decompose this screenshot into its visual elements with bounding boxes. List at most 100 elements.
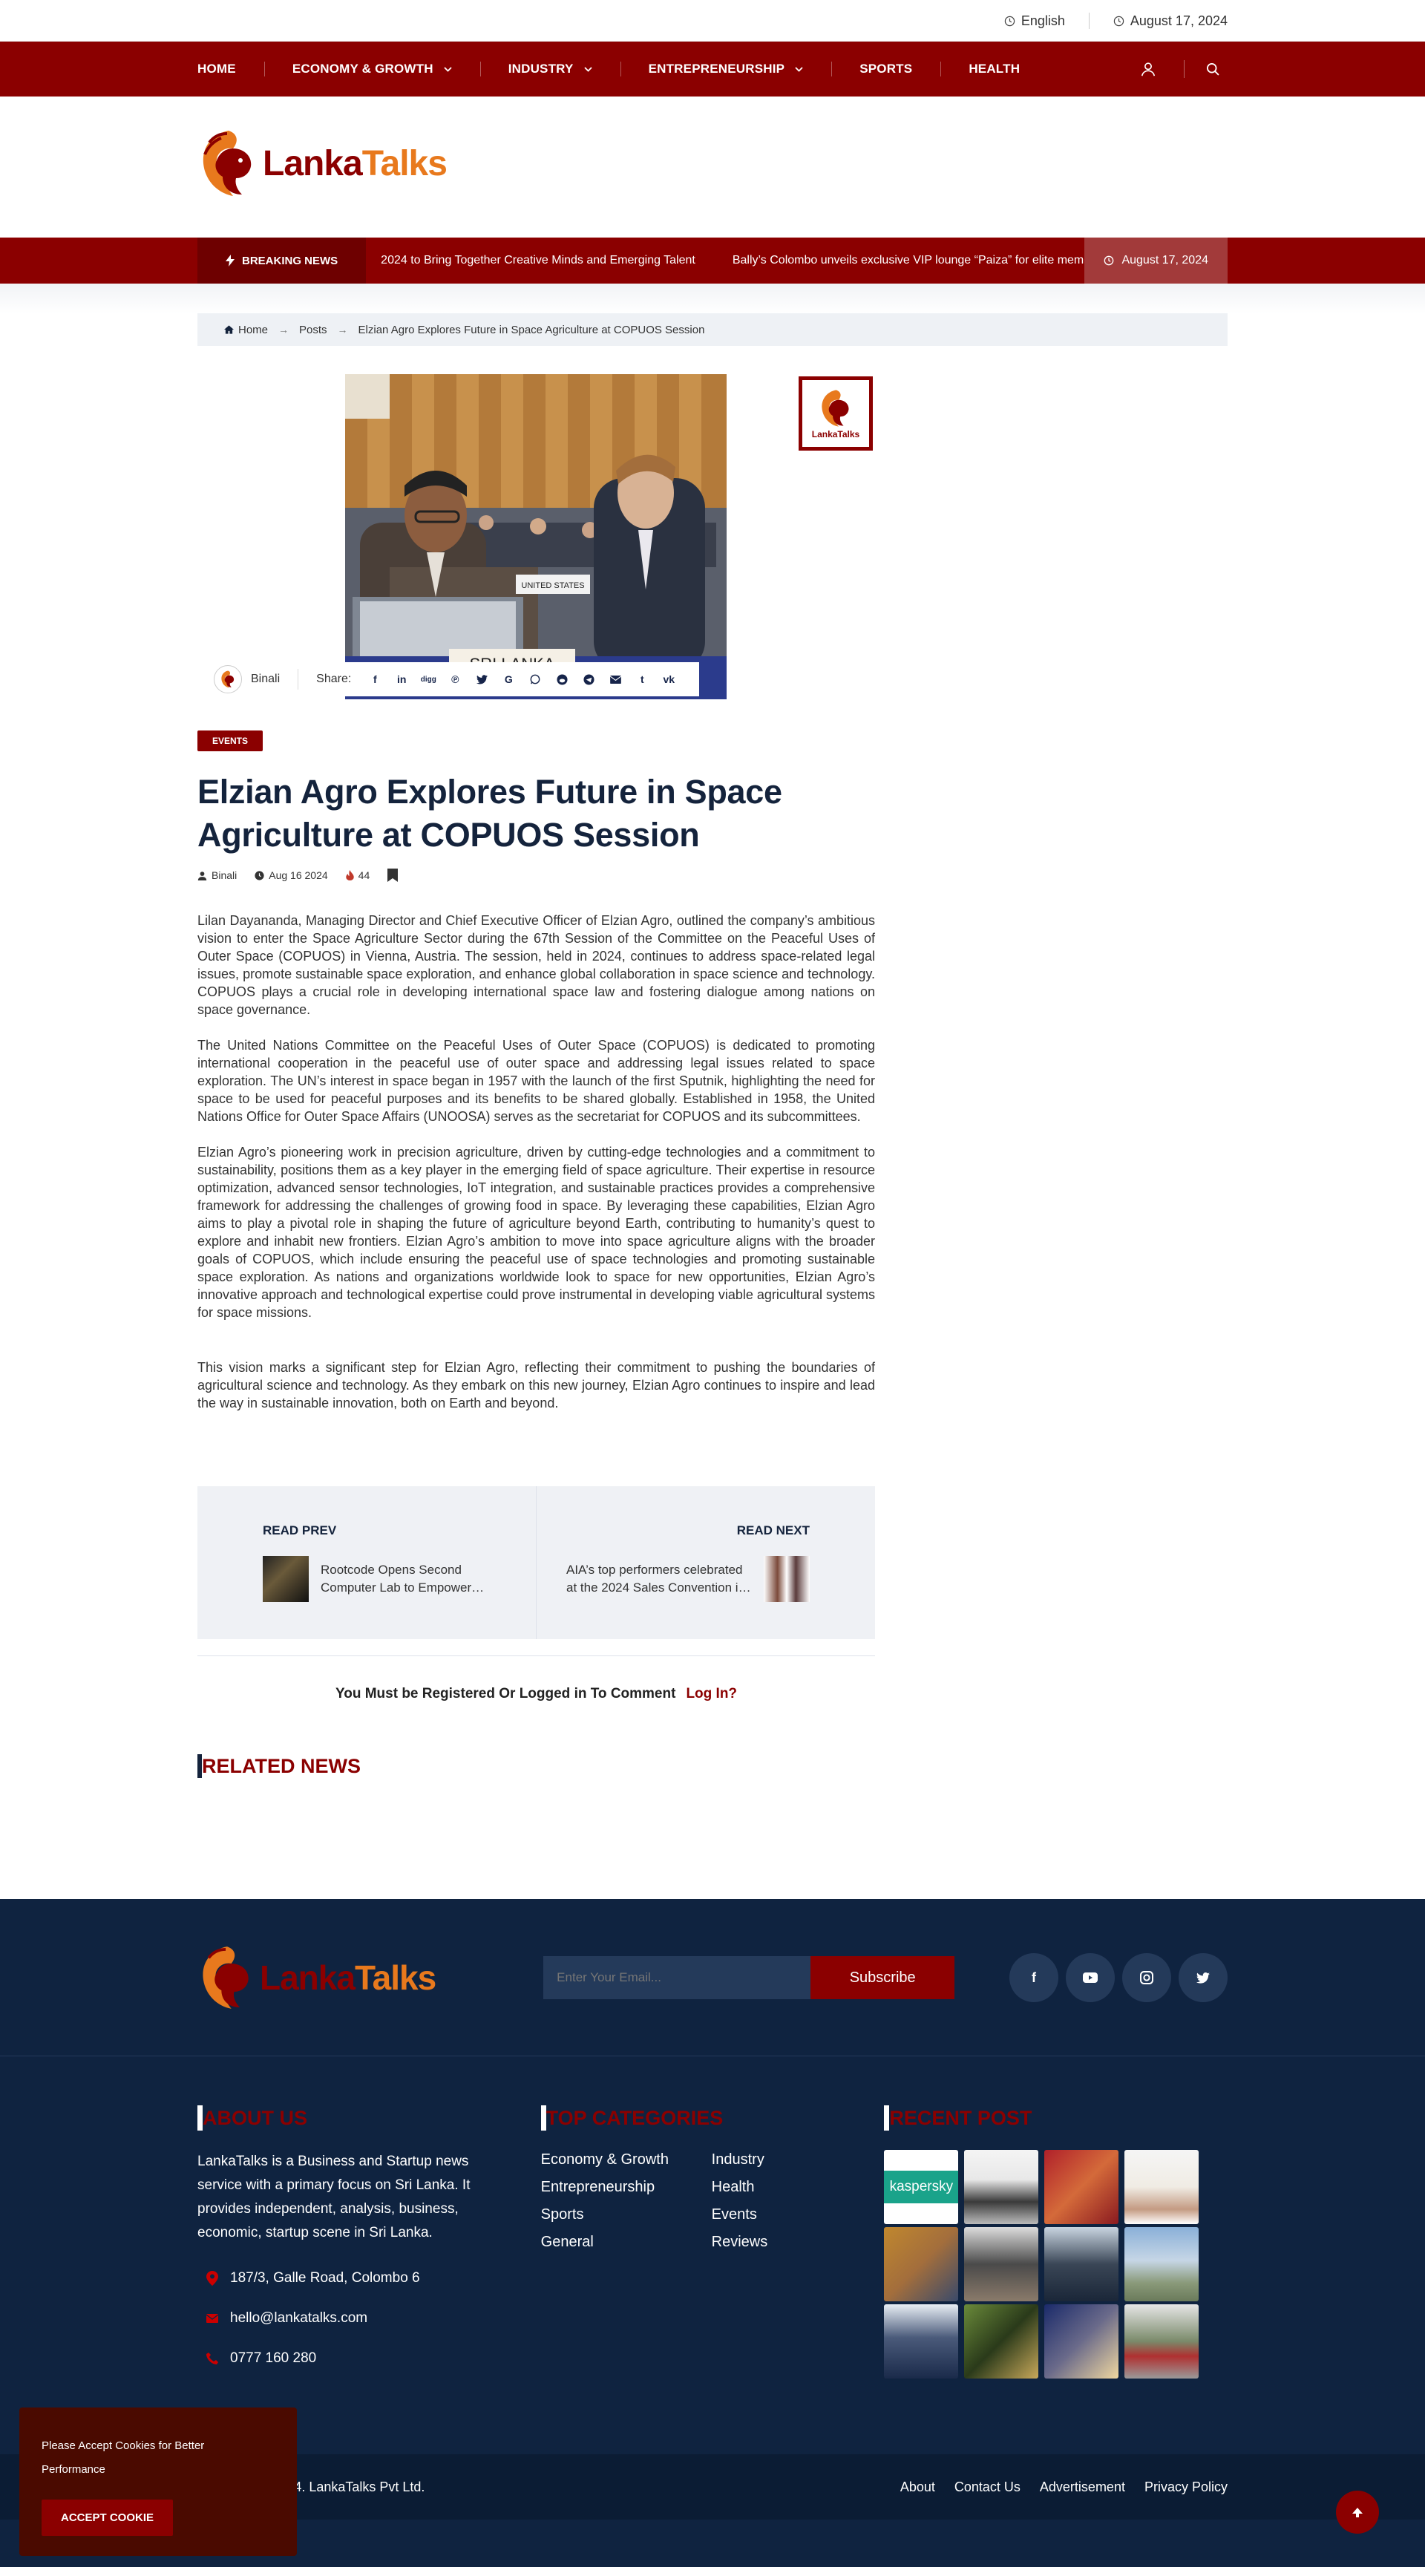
tumblr-icon[interactable]: t [629,668,655,690]
about-heading: ABOUT US [197,2105,541,2131]
recent-post-thumb[interactable] [1044,2227,1119,2301]
recent-post-thumb[interactable] [1044,2304,1119,2379]
meta-author[interactable]: Binali [197,869,237,881]
spacer [0,284,1425,313]
recent-post-thumb[interactable]: kaspersky [884,2150,959,2224]
arrow-up-icon [1352,2506,1363,2518]
breadcrumb: Home → Posts → Elzian Agro Explores Futu… [197,313,1228,346]
reddit-icon[interactable] [548,668,575,690]
category-link[interactable]: General [541,2232,712,2252]
lightning-icon [226,255,235,267]
pinterest-icon[interactable]: ℗ [442,668,468,690]
category-link[interactable]: Sports [541,2205,712,2225]
footer-link[interactable]: Privacy Policy [1144,2479,1228,2495]
category-link[interactable]: Events [712,2205,882,2225]
article-title: Elzian Agro Explores Future in Space Agr… [197,773,782,854]
categories-heading: TOP CATEGORIES [540,2105,885,2131]
instagram-icon[interactable] [1122,1953,1171,2002]
clock-icon [1104,255,1114,266]
logo-wordmark: LankaTalks [260,1958,436,1997]
back-to-top-button[interactable] [1336,2491,1379,2534]
bookmark-icon[interactable] [387,869,399,882]
recent-post-thumb[interactable] [964,2150,1039,2224]
email-item[interactable]: hello@lankatalks.com [197,2298,541,2338]
divider [1184,60,1185,78]
language-selector[interactable]: English [980,13,1089,29]
recent-post-thumb[interactable] [1124,2304,1199,2379]
accept-cookie-button[interactable]: ACCEPT COOKIE [42,2500,174,2536]
read-next[interactable]: READ NEXT AIA’s top performers celebrate… [536,1486,810,1639]
share-icons: f in digg ℗ G t vk [361,668,682,690]
nav-item-economy-growth[interactable]: ECONOMY & GROWTH [263,42,480,97]
nav-item-sports[interactable]: SPORTS [831,42,940,97]
site-logo[interactable]: LankaTalks [197,97,1228,200]
nav-item-home[interactable]: HOME [197,42,264,97]
category-link[interactable]: Industry [712,2150,882,2170]
contact-list: 187/3, Galle Road, Colombo 6 hello@lanka… [197,2258,541,2379]
clock-icon [1004,16,1015,27]
breaking-news-bar: BREAKING NEWS 2024 to Bring Together Cre… [0,238,1425,284]
email-field[interactable] [543,1956,811,1999]
footer-link[interactable]: Contact Us [954,2479,1021,2495]
breadcrumb-home[interactable]: Home [238,324,268,336]
category-link[interactable]: Economy & Growth [541,2150,712,2170]
subscribe-button[interactable]: Subscribe [810,1956,955,1999]
breaking-item[interactable]: 2024 to Bring Together Creative Minds an… [381,254,695,267]
nav-item-entrepreneurship[interactable]: ENTREPRENEURSHIP [620,42,832,97]
telegram-icon[interactable] [575,668,602,690]
recent-post-thumb[interactable] [1124,2150,1199,2224]
lion-logo-icon [197,1942,255,2013]
nav-item-health[interactable]: HEALTH [940,42,1048,97]
phone-item[interactable]: 0777 160 280 [197,2338,541,2379]
top-bar: English August 17, 2024 [0,0,1425,42]
author-name[interactable]: Binali [251,673,280,686]
categories-section: TOP CATEGORIES Economy & Growth Industry E… [540,2105,885,2379]
recent-post-thumb[interactable] [964,2227,1039,2301]
twitter-icon[interactable] [1179,1953,1228,2002]
hero-area: UNITED STATES SRI LANKA LankaTalks Binal… [197,374,875,708]
breadcrumb-posts[interactable]: Posts [299,324,327,336]
category-link[interactable]: Entrepreneurship [541,2177,712,2197]
phone-icon [206,2353,218,2364]
google-icon[interactable]: G [495,668,522,690]
hero-image: UNITED STATES SRI LANKA [345,374,727,699]
recent-post-thumb[interactable] [964,2304,1039,2379]
recent-post-thumb[interactable] [884,2227,959,2301]
prev-thumbnail [263,1556,309,1602]
facebook-icon[interactable]: f [1009,1953,1058,2002]
recent-post-thumb[interactable] [884,2304,959,2379]
recent-post-thumb[interactable] [1124,2227,1199,2301]
footer-link[interactable]: Advertisement [1040,2479,1125,2495]
arrow-right-icon: → [337,324,348,336]
twitter-icon[interactable] [468,668,495,690]
category-link[interactable]: Reviews [712,2232,882,2252]
paragraph: Lilan Dayananda, Managing Director and C… [197,913,875,1017]
nav-item-industry[interactable]: INDUSTRY [479,42,620,97]
login-link[interactable]: Log In? [686,1686,737,1701]
date-label: August 17, 2024 [1130,13,1228,28]
footer-logo[interactable]: LankaTalks [197,1942,436,2013]
avatar[interactable] [214,665,242,693]
user-icon[interactable] [1133,54,1163,84]
chevron-down-icon [444,66,452,72]
facebook-icon[interactable]: f [361,668,388,690]
vk-icon[interactable]: vk [655,668,682,690]
breaking-item[interactable]: Bally’s Colombo unveils exclusive VIP lo… [733,254,1084,267]
categories-list: Economy & Growth Industry Entrepreneurship… [541,2150,885,2252]
category-badge[interactable]: EVENTS [197,730,263,751]
email-icon[interactable] [602,668,629,690]
next-title[interactable]: AIA’s top performers celebrated at the 2… [566,1561,752,1597]
footer-link[interactable]: About [900,2479,935,2495]
linkedin-icon[interactable]: in [388,668,415,690]
whatsapp-icon[interactable] [522,668,548,690]
recent-post-thumb[interactable] [1044,2150,1119,2224]
category-link[interactable]: Health [712,2177,882,2197]
read-prev[interactable]: READ PREV Rootcode Opens Second Computer… [263,1486,536,1639]
next-thumbnail [764,1556,810,1602]
prev-title[interactable]: Rootcode Opens Second Computer Lab to Em… [321,1561,506,1597]
breadcrumb-current: Elzian Agro Explores Future in Space Agr… [358,323,705,336]
digg-icon[interactable]: digg [415,668,442,690]
fire-icon [345,870,354,880]
search-icon[interactable] [1198,54,1228,84]
youtube-icon[interactable] [1066,1953,1115,2002]
